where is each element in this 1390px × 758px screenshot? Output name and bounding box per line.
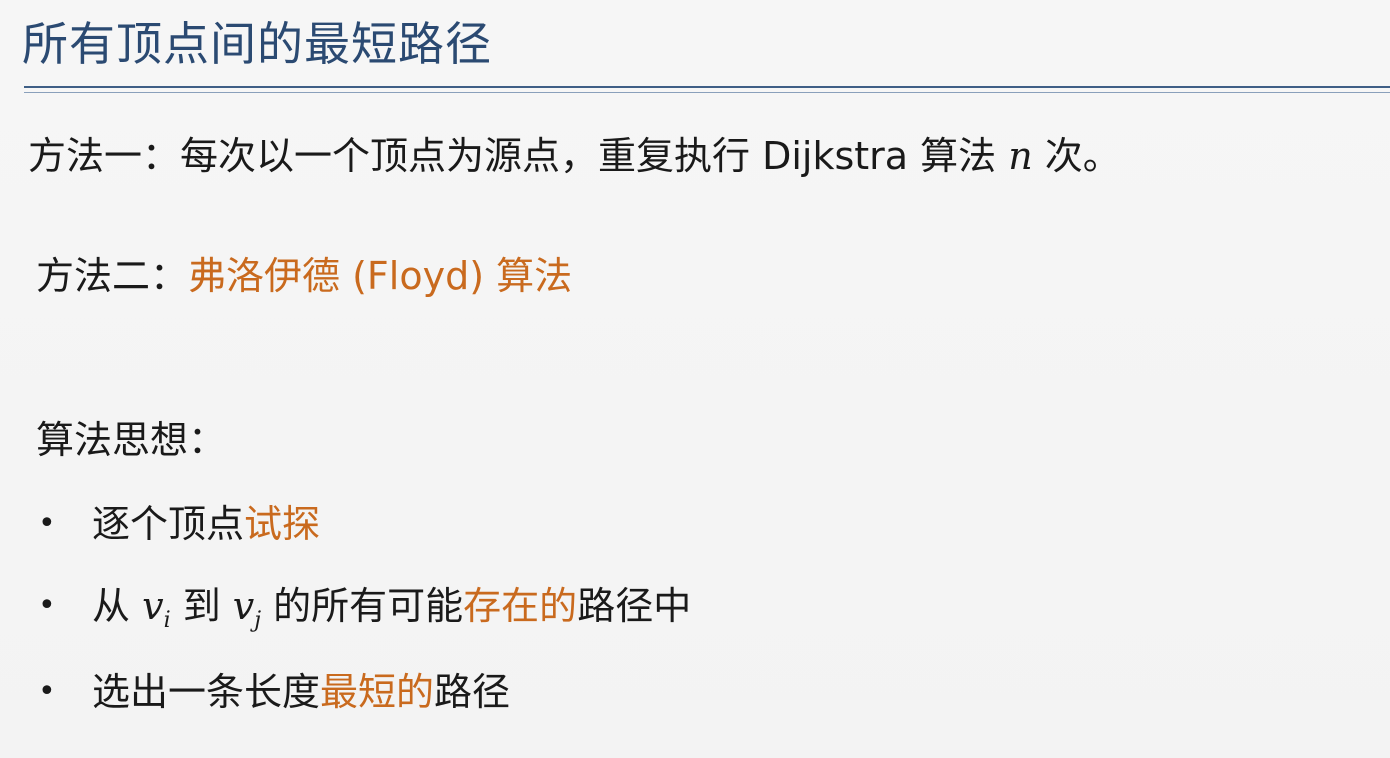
bullet-item-1: 逐个顶点试探	[92, 500, 320, 548]
bullet-dot-1: •	[38, 506, 56, 541]
bullet-3-end: 路径	[434, 670, 511, 714]
method-two-line: 方法二：弗洛伊德 (Floyd) 算法	[36, 252, 572, 300]
method-one-text: 方法一：每次以一个顶点为源点，重复执行 Dijkstra 算法	[28, 134, 1009, 178]
bullet-2-from: 从	[92, 584, 143, 628]
method-two-label: 方法二：	[36, 254, 189, 298]
method-one-line: 方法一：每次以一个顶点为源点，重复执行 Dijkstra 算法 n 次。	[28, 132, 1121, 180]
bullet-item-3: 选出一条长度最短的路径	[92, 668, 510, 716]
bullet-2-to: 到	[170, 584, 233, 628]
bullet-3-text: 选出一条长度	[92, 670, 321, 714]
bullet-2-var-j: v	[232, 584, 255, 628]
bullet-1-highlight: 试探	[244, 502, 321, 546]
bullet-2-var-i: v	[142, 584, 164, 628]
bullet-2-middle: 的所有可能	[261, 584, 464, 628]
bullet-dot-3: •	[38, 674, 56, 709]
method-two-highlight: 弗洛伊德 (Floyd) 算法	[188, 254, 573, 298]
bullet-3-highlight: 最短的	[320, 670, 435, 714]
title-divider-thin	[24, 92, 1390, 93]
bullet-2-highlight: 存在的	[463, 584, 578, 628]
bullet-1-text: 逐个顶点	[92, 502, 245, 546]
bullet-item-2: 从 vi 到 vj 的所有可能存在的路径中	[92, 582, 692, 633]
method-one-variable: n	[1008, 134, 1033, 178]
bullet-2-sub-i: i	[163, 608, 171, 633]
algorithm-idea-heading: 算法思想：	[36, 418, 227, 462]
title-divider	[24, 86, 1390, 88]
slide: 所有顶点间的最短路径 方法一：每次以一个顶点为源点，重复执行 Dijkstra …	[0, 0, 1390, 758]
method-one-suffix: 次。	[1032, 134, 1121, 178]
bullet-dot-2: •	[38, 588, 56, 623]
bullet-2-end: 路径中	[577, 584, 692, 628]
slide-title: 所有顶点间的最短路径	[22, 17, 492, 71]
